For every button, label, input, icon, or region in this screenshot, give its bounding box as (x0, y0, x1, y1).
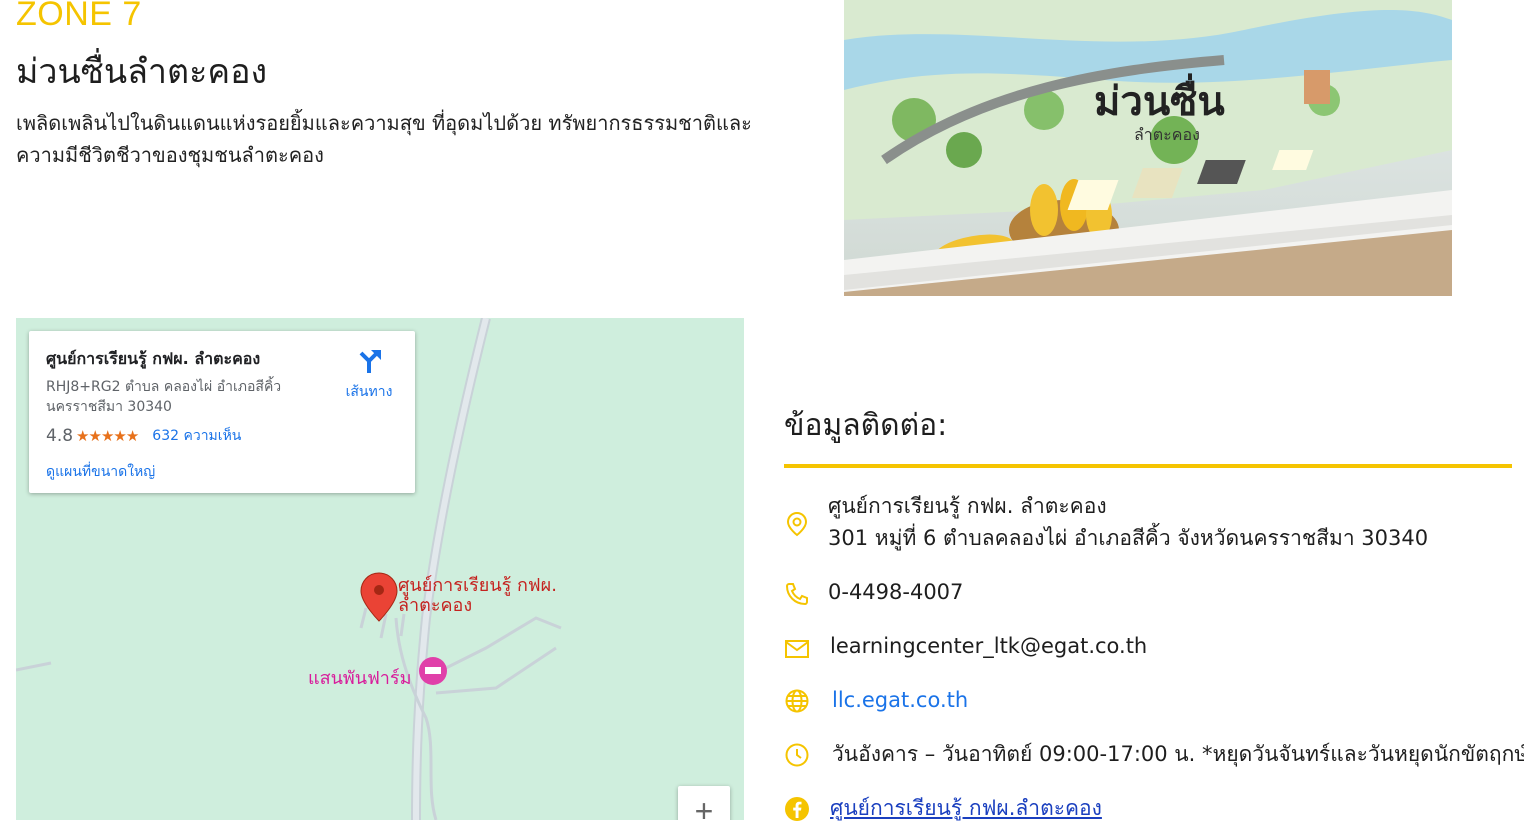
place-info-card: ศูนย์การเรียนรู้ กฟผ. ลำตะคอง RHJ8+RG2 ต… (29, 331, 415, 493)
contact-phone[interactable]: 0-4498-4007 (828, 576, 963, 608)
zone-description: เพลิดเพลินไปในดินแดนแห่งรอยยิ้มและความสุ… (16, 111, 752, 167)
location-map[interactable]: ศูนย์การเรียนรู้ กฟผ. ลำตะคอง RHJ8+RG2 ต… (16, 318, 744, 820)
mail-icon (785, 640, 809, 658)
reviews-link[interactable]: 632 ความเห็น (152, 425, 241, 447)
directions-button[interactable]: เส้นทาง (329, 347, 409, 403)
phone-icon (785, 583, 808, 606)
globe-icon (785, 689, 809, 713)
facebook-link[interactable]: ศูนย์การเรียนรู้ กฟผ.ลำตะคอง (830, 792, 1102, 824)
clock-icon (785, 743, 809, 767)
svg-text:ม่วนซื่น: ม่วนซื่น (1094, 73, 1225, 125)
place-name: ศูนย์การเรียนรู้ กฟผ. ลำตะคอง (46, 349, 261, 368)
contact-name: ศูนย์การเรียนรู้ กฟผ. ลำตะคอง (828, 494, 1107, 518)
zone-title: ม่วนซื่นลำตะคอง (16, 52, 268, 92)
hotel-label[interactable]: แสนพันฟาร์ม (308, 663, 411, 692)
contact-address: 301 หมู่ที่ 6 ตำบลคลองไผ่ อำเภอสีคิ้ว จั… (828, 526, 1429, 550)
heading-divider (784, 464, 1512, 468)
zoom-in-button[interactable]: + (678, 786, 730, 820)
directions-icon (359, 350, 381, 373)
larger-map-link[interactable]: ดูแผนที่ขนาดใหญ่ (46, 461, 155, 483)
contact-heading: ข้อมูลติดต่อ: (784, 408, 948, 443)
map-pin-label[interactable]: ศูนย์การเรียนรู้ กฟผ. ลำตะคอง (398, 576, 558, 616)
exhibition-photo: ม่วนซื่น ลำตะคอง (844, 0, 1452, 296)
location-pin-icon (786, 511, 808, 537)
rating-row: 4.8 ★★★★★ 632 ความเห็น (46, 425, 241, 447)
svg-text:ลำตะคอง: ลำตะคอง (1134, 125, 1200, 144)
facebook-icon (785, 797, 809, 821)
opening-hours: วันอังคาร – วันอาทิตย์ 09:00-17:00 น. *ห… (832, 742, 1524, 766)
website-link[interactable]: llc.egat.co.th (832, 684, 968, 716)
rating-stars-icon: ★★★★★ (76, 427, 139, 445)
place-address: RHJ8+RG2 ตำบล คลองไผ่ อำเภอสีคิ้ว นครราช… (46, 379, 282, 415)
contact-email[interactable]: learningcenter_ltk@egat.co.th (830, 630, 1147, 662)
directions-label: เส้นทาง (345, 384, 393, 400)
rating-value: 4.8 (46, 426, 74, 446)
zone-label: ZONE 7 (16, 0, 142, 33)
